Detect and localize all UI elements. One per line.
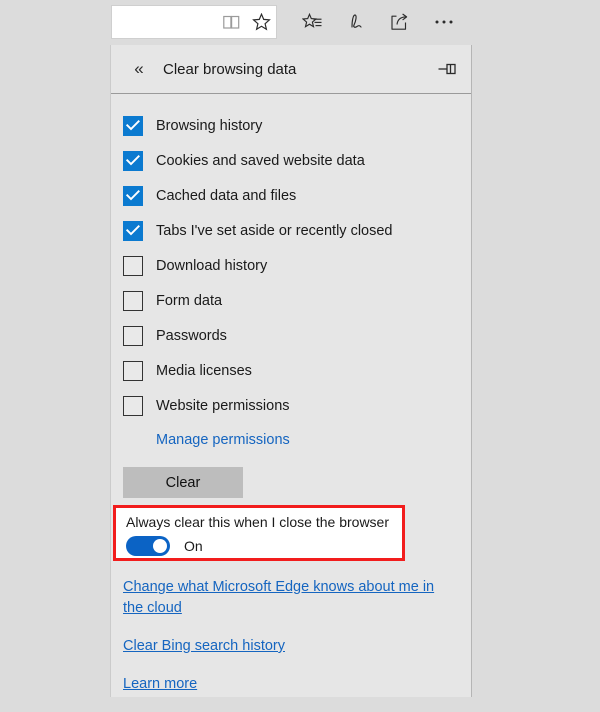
- toggle-state-label: On: [184, 538, 203, 554]
- clear-button[interactable]: Clear: [123, 467, 243, 498]
- manage-permissions-link[interactable]: Manage permissions: [156, 432, 290, 448]
- checkbox-checked-icon[interactable]: [123, 115, 143, 136]
- checkbox-unchecked-icon[interactable]: [123, 290, 143, 311]
- option-row[interactable]: Passwords: [111, 318, 471, 353]
- checkbox-checked-icon[interactable]: [123, 150, 143, 171]
- back-button[interactable]: «: [119, 49, 159, 89]
- option-label: Cookies and saved website data: [156, 152, 365, 169]
- option-row[interactable]: Download history: [111, 248, 471, 283]
- settings-more-icon[interactable]: [422, 5, 466, 39]
- checkbox-unchecked-icon[interactable]: [123, 360, 143, 381]
- always-clear-toggle[interactable]: [126, 536, 170, 556]
- checkbox-checked-icon[interactable]: [123, 220, 143, 241]
- checkbox-unchecked-icon[interactable]: [123, 325, 143, 346]
- share-icon[interactable]: [378, 5, 422, 39]
- favorites-star-icon[interactable]: [246, 6, 276, 38]
- option-label: Website permissions: [156, 397, 290, 414]
- checkbox-unchecked-icon[interactable]: [123, 255, 143, 276]
- option-label: Passwords: [156, 327, 227, 344]
- checkbox-unchecked-icon[interactable]: [123, 395, 143, 416]
- manage-permissions-row: Manage permissions: [111, 423, 471, 457]
- always-clear-highlight-box: Always clear this when I close the brows…: [113, 505, 405, 561]
- option-row[interactable]: Browsing history: [111, 108, 471, 143]
- clear-button-row: Clear: [111, 467, 471, 498]
- option-row[interactable]: Cached data and files: [111, 178, 471, 213]
- footer-link[interactable]: Learn more: [123, 674, 453, 695]
- browser-toolbar: [0, 0, 600, 45]
- option-label: Tabs I've set aside or recently closed: [156, 222, 393, 239]
- option-label: Media licenses: [156, 362, 252, 379]
- option-label: Form data: [156, 292, 223, 309]
- option-row[interactable]: Form data: [111, 283, 471, 318]
- always-clear-toggle-row: On: [116, 530, 402, 556]
- option-label: Browsing history: [156, 117, 263, 134]
- option-row[interactable]: Tabs I've set aside or recently closed: [111, 213, 471, 248]
- toolbar-icon-group: [290, 5, 466, 39]
- clear-browsing-data-panel: « Clear browsing data Browsing history Co…: [110, 45, 472, 697]
- option-row[interactable]: Media licenses: [111, 353, 471, 388]
- footer-link[interactable]: Change what Microsoft Edge knows about m…: [123, 577, 453, 619]
- panel-header: « Clear browsing data: [111, 45, 471, 94]
- page-title: Clear browsing data: [163, 60, 297, 78]
- address-bar[interactable]: [111, 5, 277, 39]
- checkbox-checked-icon[interactable]: [123, 185, 143, 206]
- back-chevron-icon: «: [134, 59, 144, 78]
- option-label: Cached data and files: [156, 187, 297, 204]
- hub-icon[interactable]: [290, 5, 334, 39]
- web-note-icon[interactable]: [334, 5, 378, 39]
- option-row[interactable]: Cookies and saved website data: [111, 143, 471, 178]
- footer-links: Change what Microsoft Edge knows about m…: [123, 577, 453, 712]
- always-clear-label: Always clear this when I close the brows…: [126, 514, 389, 530]
- option-row[interactable]: Website permissions: [111, 388, 471, 423]
- pin-icon[interactable]: [433, 55, 461, 83]
- reading-view-icon[interactable]: [216, 6, 246, 38]
- footer-link[interactable]: Clear Bing search history: [123, 636, 453, 657]
- data-type-options-list: Browsing history Cookies and saved websit…: [111, 94, 471, 423]
- toggle-knob: [153, 539, 167, 553]
- option-label: Download history: [156, 257, 268, 274]
